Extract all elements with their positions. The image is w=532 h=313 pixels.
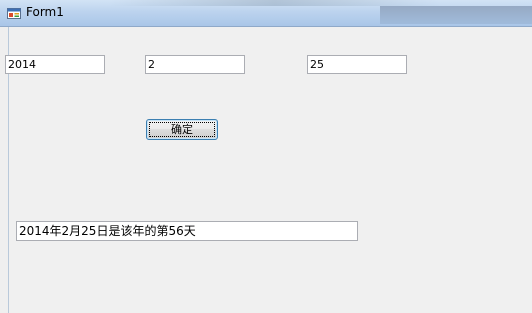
confirm-button[interactable]: 确定 [146,119,218,140]
month-input[interactable]: 2 [145,55,245,74]
day-input[interactable]: 25 [307,55,407,74]
confirm-button-label: 确定 [171,123,193,136]
form1-window: Form1 2014 2 25 确定 2014年2月25日是该年的第56天 [0,0,532,313]
window-title: Form1 [26,5,64,19]
titlebar-background-blur-right [380,6,532,24]
form-window-icon[interactable] [7,6,21,20]
result-output[interactable]: 2014年2月25日是该年的第56天 [16,221,358,241]
year-input[interactable]: 2014 [5,55,105,74]
title-bar[interactable]: Form1 [0,0,532,27]
